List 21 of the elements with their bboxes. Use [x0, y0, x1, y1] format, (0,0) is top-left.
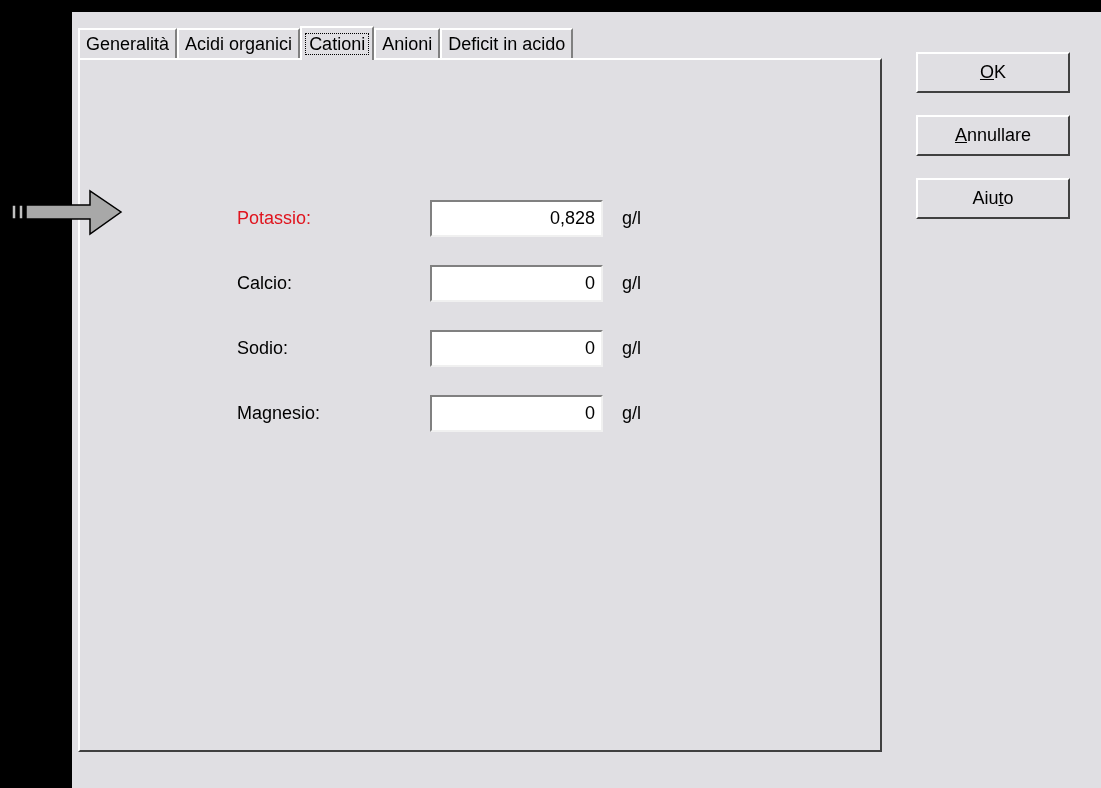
dialog-button[interactable]: OK: [916, 52, 1070, 93]
field-label: Sodio:: [237, 337, 290, 360]
input-field[interactable]: 0: [430, 330, 603, 367]
tab[interactable]: Deficit in acido: [440, 28, 574, 58]
input-field[interactable]: 0: [430, 265, 603, 302]
input-field[interactable]: 0: [430, 395, 603, 432]
tab[interactable]: Anioni: [374, 28, 441, 58]
tab[interactable]: Generalità: [78, 28, 178, 58]
arrow-icon: [10, 189, 123, 237]
unit-label: g/l: [622, 272, 641, 295]
dialog-button[interactable]: Aiuto: [916, 178, 1070, 219]
unit-label: g/l: [622, 337, 641, 360]
dialog-button[interactable]: Annullare: [916, 115, 1070, 156]
unit-label: g/l: [622, 207, 641, 230]
tab[interactable]: Acidi organici: [177, 28, 301, 58]
unit-label: g/l: [622, 402, 641, 425]
field-label: Magnesio:: [237, 402, 322, 425]
input-field[interactable]: 0,828: [430, 200, 603, 237]
field-label: Calcio:: [237, 272, 294, 295]
tab[interactable]: Cationi: [300, 26, 375, 60]
field-label: Potassio:: [237, 207, 313, 230]
